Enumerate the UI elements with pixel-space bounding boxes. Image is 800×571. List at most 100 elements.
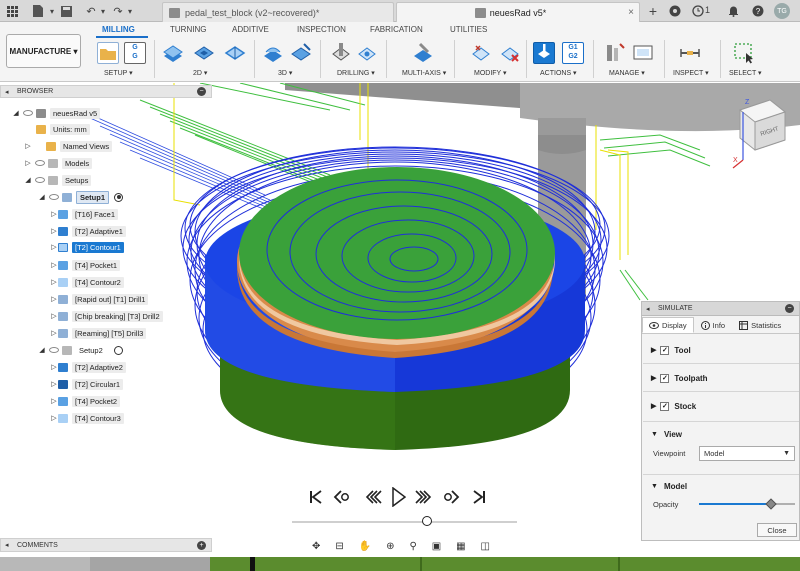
tree-item-operation-selected[interactable]: ▷ [T2] Contour1 [50,240,124,254]
fit-window-icon[interactable]: ⚲ [409,541,416,552]
measure-icon[interactable] [679,42,701,64]
operation-timeline[interactable] [0,557,800,571]
expand-arrow-icon[interactable]: ▷ [50,312,58,320]
tree-item-operation[interactable]: ▷ [Reaming] [T5] Drill3 [50,326,147,340]
orbit-icon[interactable]: ✥ [312,541,320,552]
look-at-icon[interactable]: ⊟ [335,541,343,552]
collapse-arrow-icon[interactable]: ◢ [38,346,46,354]
tree-item-operation[interactable]: ▷ [T2] Adaptive1 [50,224,126,238]
2d-contour-icon[interactable] [224,42,246,64]
visibility-eye-icon[interactable] [49,347,59,353]
expand-arrow-icon[interactable]: ▷ [24,142,32,150]
tab-additive[interactable]: ADDITIVE [232,25,269,34]
playback-thumb[interactable] [422,516,432,526]
comments-add-icon[interactable]: + [197,540,206,550]
extensions-icon[interactable] [667,3,683,19]
app-grid-icon[interactable] [4,3,20,19]
collapse-arrow-icon[interactable]: ◢ [38,193,46,201]
hole-recognition-icon[interactable] [356,42,378,64]
undo-dropdown-icon[interactable]: ▾ [95,3,111,19]
tree-item-models[interactable]: ▷ Models [24,156,93,170]
collapse-arrow-icon[interactable]: ◢ [24,176,32,184]
tree-item-operation[interactable]: ▷ [T4] Contour3 [50,411,124,425]
collapse-arrow-icon[interactable]: ▼ [651,431,658,438]
expand-arrow-icon[interactable]: ▷ [50,380,58,388]
2d-pocket-icon[interactable] [193,42,215,64]
2d-adaptive-icon[interactable] [162,42,184,64]
tab-statistics[interactable]: Statistics [732,317,788,333]
multi-axis-swarf-icon[interactable] [412,42,434,64]
expand-arrow-icon[interactable]: ▷ [50,243,58,251]
expand-arrow-icon[interactable]: ▷ [50,414,58,422]
nc-program-icon[interactable]: G G [124,42,146,64]
pan-hand-icon[interactable]: ✋ [359,541,371,552]
stock-checkbox[interactable]: ✓ [660,401,670,411]
simulate-pin-icon[interactable]: − [785,304,794,313]
visibility-eye-icon[interactable] [35,177,45,183]
tab-fabrication[interactable]: FABRICATION [370,25,423,34]
display-settings-icon[interactable]: ▣ [432,541,441,552]
tree-item-operation[interactable]: ▷ [T4] Pocket2 [50,394,121,408]
visibility-eye-icon[interactable] [49,194,59,200]
tree-item-operation[interactable]: ▷ [T2] Adaptive2 [50,360,126,374]
drilling-group-label[interactable]: DRILLING ▾ [337,69,375,77]
3d-pocket-icon[interactable] [290,42,312,64]
expand-arrow-icon[interactable]: ▷ [50,227,58,235]
tab-display[interactable]: Display [642,317,694,333]
modify-group-label[interactable]: MODIFY ▾ [474,69,507,77]
job-status-clock-icon[interactable] [690,3,706,19]
expand-arrow-icon[interactable]: ▷ [50,397,58,405]
expand-arrow-icon[interactable]: ▶ [651,374,656,382]
tree-item-operation[interactable]: ▷ [T4] Contour2 [50,275,124,289]
active-setup-radio-icon[interactable] [114,192,124,202]
browser-panel-header[interactable]: ◂ BROWSER − [0,85,212,98]
post-library-icon[interactable] [632,42,654,64]
new-tab-icon[interactable]: + [645,3,661,19]
help-icon[interactable]: ? [750,3,766,19]
redo-dropdown-icon[interactable]: ▾ [122,3,138,19]
expand-arrow-icon[interactable]: ▷ [50,363,58,371]
inspect-group-label[interactable]: INSPECT ▾ [673,69,709,77]
tool-library-icon[interactable] [604,42,626,64]
tree-item-setup2[interactable]: ◢ Setup2 [38,343,123,357]
grid-settings-icon[interactable]: ▦ [456,541,465,552]
tree-item-document[interactable]: ◢ neuesRad v5 [12,106,101,120]
expand-comments-icon[interactable]: ◂ [5,541,9,549]
expand-arrow-icon[interactable]: ▶ [651,346,656,354]
collapse-browser-icon[interactable]: ◂ [5,88,9,96]
user-avatar[interactable]: TG [774,3,790,19]
next-operation-icon[interactable] [444,490,460,507]
close-tab-icon[interactable]: × [628,7,634,18]
toolpath-checkbox[interactable]: ✓ [660,373,670,383]
collapse-arrow-icon[interactable]: ◢ [12,109,20,117]
expand-arrow-icon[interactable]: ▷ [50,261,58,269]
notifications-bell-icon[interactable] [725,3,741,19]
collapse-simulate-icon[interactable]: ◂ [646,305,650,313]
tool-checkbox[interactable]: ✓ [660,345,670,355]
document-tab-neuesrad[interactable]: neuesRad v5* × [396,2,640,22]
playback-slider[interactable] [292,516,517,528]
viewcube[interactable]: RIGHT Z X [732,99,787,169]
save-icon[interactable] [58,3,74,19]
visibility-eye-icon[interactable] [23,110,33,116]
tree-item-operation[interactable]: ▷ [T16] Face1 [50,207,119,221]
step-forward-icon[interactable] [414,490,432,507]
skip-to-start-icon[interactable] [310,490,322,507]
zoom-icon[interactable]: ⊕ [386,541,394,552]
viewpoint-dropdown[interactable]: Model ▼ [699,445,795,461]
setup-folder-icon[interactable] [97,42,119,64]
modify-delete-toolpath-icon[interactable] [499,42,521,64]
viewports-icon[interactable]: ◫ [481,541,490,552]
expand-arrow-icon[interactable]: ▷ [50,278,58,286]
tab-turning[interactable]: TURNING [170,25,206,34]
multi-axis-group-label[interactable]: MULTI-AXIS ▾ [402,69,446,77]
tree-item-units[interactable]: Units: mm [36,122,90,136]
select-group-label[interactable]: SELECT ▾ [729,69,762,77]
simulate-panel-header[interactable]: ◂ SIMULATE − [642,302,799,316]
skip-to-end-icon[interactable] [473,490,485,507]
drill-icon[interactable] [330,42,352,64]
expand-arrow-icon[interactable]: ▷ [50,295,58,303]
visibility-eye-icon[interactable] [35,160,45,166]
tree-item-named-views[interactable]: ▷ Named Views [24,139,113,153]
workspace-switcher-button[interactable]: MANUFACTURE ▾ [6,34,81,68]
